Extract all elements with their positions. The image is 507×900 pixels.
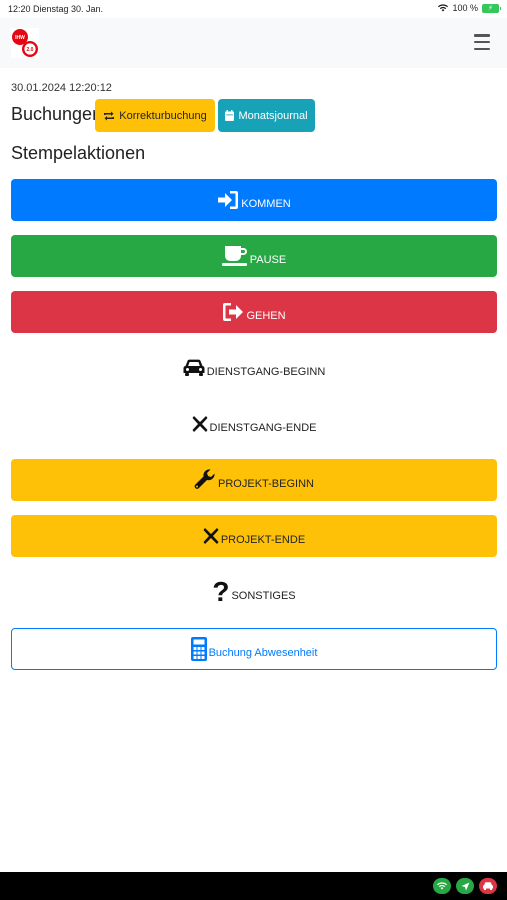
car-status-icon (479, 878, 497, 894)
menu-toggle-button[interactable] (474, 34, 490, 50)
sign-in-icon (217, 190, 239, 210)
question-icon: ? (212, 576, 230, 607)
pause-label: PAUSE (249, 254, 287, 266)
gehen-label: GEHEN (246, 310, 286, 322)
dienstgang-ende-label: DIENSTGANG-ENDE (209, 422, 317, 434)
x-icon (203, 527, 219, 545)
hamburger-line (474, 47, 490, 50)
status-right: 100 % ⚡ (438, 3, 501, 13)
calendar-icon (225, 110, 235, 121)
bottom-status-bar (0, 872, 507, 900)
status-bar: 12:20 Dienstag 30. Jan. 100 % ⚡ (0, 0, 507, 18)
calculator-icon (190, 637, 207, 661)
wifi-icon (438, 4, 449, 12)
dienstgang-beginn-button[interactable]: DIENSTGANG-BEGINN (11, 347, 497, 389)
logo-top-text: IHW (15, 35, 25, 41)
sonstiges-button[interactable]: ? SONSTIGES (11, 571, 497, 613)
car-icon (183, 359, 205, 377)
projekt-ende-button[interactable]: PROJEKT-ENDE (11, 515, 497, 557)
dienstgang-beginn-label: DIENSTGANG-BEGINN (206, 366, 326, 378)
location-arrow-icon (456, 878, 474, 894)
kommen-label: KOMMEN (241, 198, 291, 210)
status-date: Dienstag 30. Jan. (33, 4, 104, 14)
coffee-icon (221, 245, 248, 267)
projekt-beginn-label: PROJEKT-BEGINN (218, 478, 314, 490)
kommen-button[interactable]: KOMMEN (11, 179, 497, 221)
buchungen-heading: Buchungen (11, 104, 103, 124)
bottom-status-icons (433, 878, 497, 894)
projekt-ende-label: PROJEKT-ENDE (220, 534, 306, 546)
buchung-abwesenheit-button[interactable]: Buchung Abwesenheit (11, 628, 497, 670)
sonstiges-label: SONSTIGES (231, 590, 296, 602)
battery-percent: 100 % (452, 3, 478, 13)
korrekturbuchung-button[interactable]: Korrekturbuchung (95, 99, 215, 132)
monatsjournal-button[interactable]: Monatsjournal (218, 99, 315, 132)
pause-button[interactable]: PAUSE (11, 235, 497, 277)
current-timestamp: 30.01.2024 12:20:12 (11, 82, 112, 94)
hamburger-line (474, 34, 490, 37)
x-icon (192, 415, 208, 433)
dienstgang-ende-button[interactable]: DIENSTGANG-ENDE (11, 403, 497, 445)
navbar: IHW 2.0 (0, 18, 507, 68)
logo-bottom-text: 2.0 (27, 47, 34, 53)
wifi-status-icon (433, 878, 451, 894)
gehen-button[interactable]: GEHEN (11, 291, 497, 333)
retweet-icon (104, 111, 115, 120)
korrekturbuchung-label: Korrekturbuchung (119, 109, 207, 122)
hamburger-line (474, 40, 490, 44)
projekt-beginn-button[interactable]: PROJEKT-BEGINN (11, 459, 497, 501)
sign-out-icon (222, 302, 244, 322)
buchung-abwesenheit-label: Buchung Abwesenheit (208, 647, 318, 659)
stempelaktionen-heading: Stempelaktionen (11, 143, 146, 163)
app-logo[interactable]: IHW 2.0 (11, 28, 39, 58)
wrench-icon (194, 469, 216, 491)
battery-icon: ⚡ (482, 3, 501, 13)
monatsjournal-label: Monatsjournal (238, 109, 308, 122)
status-time: 12:20 (8, 4, 31, 14)
